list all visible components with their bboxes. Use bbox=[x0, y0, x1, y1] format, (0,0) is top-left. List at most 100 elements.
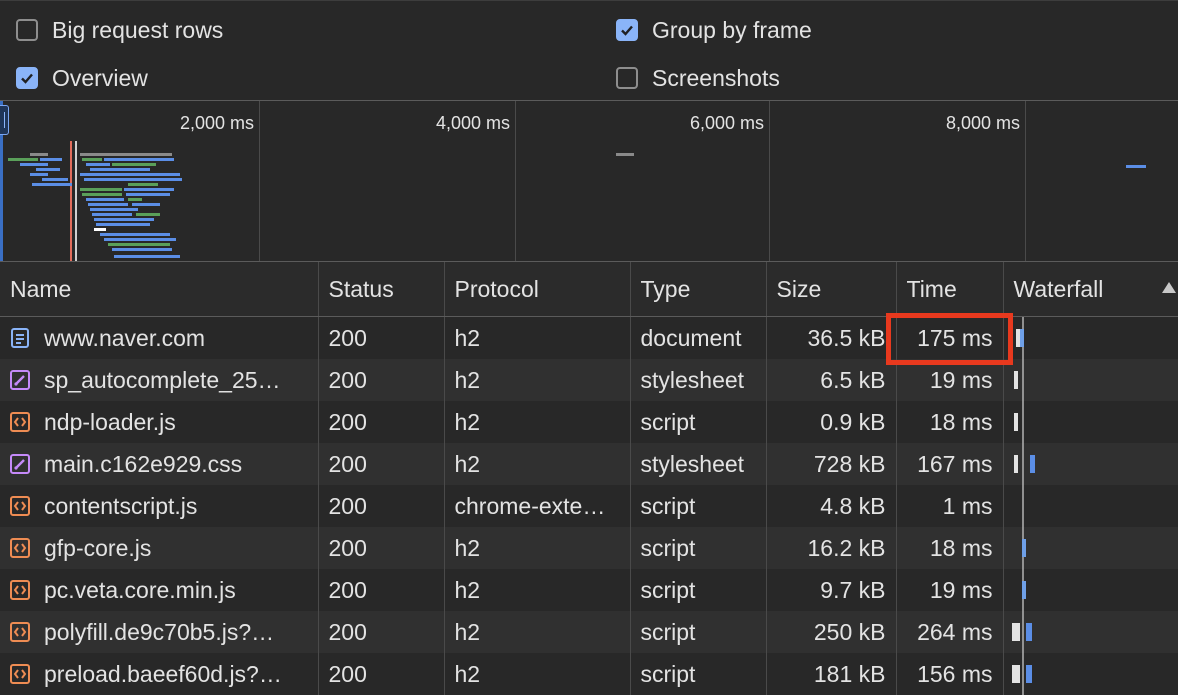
waterfall-cell bbox=[1003, 527, 1178, 569]
type-cell: script bbox=[630, 527, 767, 569]
screenshots-setting[interactable]: Screenshots bbox=[616, 63, 780, 93]
request-name: preload.baeef60d.js?… bbox=[44, 660, 282, 687]
big-request-rows-label: Big request rows bbox=[52, 16, 224, 43]
name-cell[interactable]: preload.baeef60d.js?… bbox=[0, 653, 319, 695]
time-cell: 264 ms bbox=[896, 611, 1004, 653]
name-cell[interactable]: gfp-core.js bbox=[0, 527, 319, 569]
waterfall-marker-line bbox=[1021, 485, 1024, 527]
request-name: sp_autocomplete_25… bbox=[44, 366, 281, 393]
name-cell[interactable]: ndp-loader.js bbox=[0, 401, 319, 443]
screenshots-checkbox[interactable] bbox=[616, 67, 638, 89]
overview-bar bbox=[84, 178, 182, 181]
table-row[interactable]: preload.baeef60d.js?… 200 h2 script 181 … bbox=[0, 653, 1178, 695]
table-header-row: Name Status Protocol Type Size Time Wate… bbox=[0, 262, 1178, 317]
overview-bar bbox=[94, 218, 154, 221]
sort-ascending-icon[interactable] bbox=[1162, 282, 1176, 293]
load-marker bbox=[75, 141, 77, 261]
big-request-rows-setting[interactable]: Big request rows bbox=[16, 15, 223, 45]
overview-bar bbox=[94, 228, 106, 231]
protocol-cell: h2 bbox=[444, 316, 631, 359]
waterfall-bar bbox=[1019, 329, 1024, 347]
size-cell: 4.8 kB bbox=[766, 485, 897, 527]
script-icon bbox=[10, 496, 30, 516]
name-cell[interactable]: sp_autocomplete_25… bbox=[0, 359, 319, 401]
status-cell: 200 bbox=[318, 359, 445, 401]
waterfall-cell bbox=[1003, 359, 1178, 401]
network-overview-timeline[interactable]: 2,000 ms 4,000 ms 6,000 ms 8,000 ms bbox=[0, 100, 1178, 262]
column-header-time[interactable]: Time bbox=[896, 262, 1004, 317]
grid-line bbox=[515, 101, 516, 261]
name-cell[interactable]: main.c162e929.css bbox=[0, 443, 319, 485]
big-request-rows-checkbox[interactable] bbox=[16, 19, 38, 41]
size-cell: 0.9 kB bbox=[766, 401, 897, 443]
table-row[interactable]: www.naver.com 200 h2 document 36.5 kB 17… bbox=[0, 316, 1178, 359]
overview-bar bbox=[86, 163, 110, 166]
overview-bar bbox=[100, 233, 170, 236]
size-cell: 250 kB bbox=[766, 611, 897, 653]
request-name: ndp-loader.js bbox=[44, 408, 176, 435]
size-cell: 16.2 kB bbox=[766, 527, 897, 569]
table-row[interactable]: ndp-loader.js 200 h2 script 0.9 kB 18 ms bbox=[0, 401, 1178, 443]
table-row[interactable]: main.c162e929.css 200 h2 stylesheet 728 … bbox=[0, 443, 1178, 485]
waterfall-bar bbox=[1029, 455, 1035, 473]
waterfall-bar bbox=[1013, 455, 1018, 473]
name-cell[interactable]: www.naver.com bbox=[0, 316, 319, 359]
waterfall-bar bbox=[1013, 413, 1018, 431]
overview-bar bbox=[80, 188, 122, 191]
size-cell: 728 kB bbox=[766, 443, 897, 485]
overview-bar bbox=[80, 153, 172, 156]
time-cell: 167 ms bbox=[896, 443, 1004, 485]
column-header-status[interactable]: Status bbox=[318, 262, 445, 317]
waterfall-cell bbox=[1003, 485, 1178, 527]
table-row[interactable]: sp_autocomplete_25… 200 h2 stylesheet 6.… bbox=[0, 359, 1178, 401]
overview-setting[interactable]: Overview bbox=[16, 63, 148, 93]
name-cell[interactable]: polyfill.de9c70b5.js?… bbox=[0, 611, 319, 653]
overview-bar bbox=[8, 158, 38, 161]
overview-bar bbox=[20, 163, 48, 166]
column-header-name[interactable]: Name bbox=[0, 262, 319, 317]
column-header-size[interactable]: Size bbox=[766, 262, 897, 317]
overview-bar bbox=[108, 243, 170, 246]
request-name: www.naver.com bbox=[44, 324, 206, 351]
time-cell: 19 ms bbox=[896, 569, 1004, 611]
type-cell: document bbox=[630, 316, 767, 359]
overview-label: Overview bbox=[52, 64, 148, 91]
overview-bar bbox=[92, 213, 132, 216]
group-by-frame-setting[interactable]: Group by frame bbox=[616, 15, 812, 45]
group-by-frame-checkbox[interactable] bbox=[616, 19, 638, 41]
waterfall-marker-line bbox=[1021, 611, 1024, 653]
column-header-type[interactable]: Type bbox=[630, 262, 767, 317]
document-icon bbox=[10, 328, 30, 348]
table-row[interactable]: gfp-core.js 200 h2 script 16.2 kB 18 ms bbox=[0, 527, 1178, 569]
table-row[interactable]: pc.veta.core.min.js 200 h2 script 9.7 kB… bbox=[0, 569, 1178, 611]
waterfall-header-label: Waterfall bbox=[1013, 275, 1104, 302]
status-cell: 200 bbox=[318, 653, 445, 695]
overview-checkbox[interactable] bbox=[16, 67, 38, 89]
protocol-cell: h2 bbox=[444, 443, 631, 485]
type-cell: stylesheet bbox=[630, 443, 767, 485]
tick-label-2000: 2,000 ms bbox=[179, 113, 254, 133]
request-name: polyfill.de9c70b5.js?… bbox=[44, 618, 275, 645]
table-row[interactable]: polyfill.de9c70b5.js?… 200 h2 script 250… bbox=[0, 611, 1178, 653]
table-row[interactable]: contentscript.js 200 chrome-exte… script… bbox=[0, 485, 1178, 527]
script-icon bbox=[10, 538, 30, 558]
overview-bar bbox=[96, 223, 150, 226]
time-cell: 156 ms bbox=[896, 653, 1004, 695]
overview-resize-handle[interactable] bbox=[0, 105, 9, 135]
overview-bar bbox=[114, 255, 180, 258]
overview-bar bbox=[90, 208, 138, 211]
name-cell[interactable]: pc.veta.core.min.js bbox=[0, 569, 319, 611]
column-header-waterfall[interactable]: Waterfall bbox=[1003, 262, 1178, 317]
column-header-protocol[interactable]: Protocol bbox=[444, 262, 631, 317]
overview-bar bbox=[88, 203, 128, 206]
size-cell: 9.7 kB bbox=[766, 569, 897, 611]
overview-bar bbox=[30, 173, 48, 176]
waterfall-cell bbox=[1003, 443, 1178, 485]
overview-bar bbox=[32, 183, 72, 186]
time-cell: 19 ms bbox=[896, 359, 1004, 401]
waterfall-bar bbox=[1021, 539, 1026, 557]
time-cell: 1 ms bbox=[896, 485, 1004, 527]
time-cell: 175 ms bbox=[896, 316, 1004, 359]
overview-bar bbox=[104, 238, 176, 241]
name-cell[interactable]: contentscript.js bbox=[0, 485, 319, 527]
